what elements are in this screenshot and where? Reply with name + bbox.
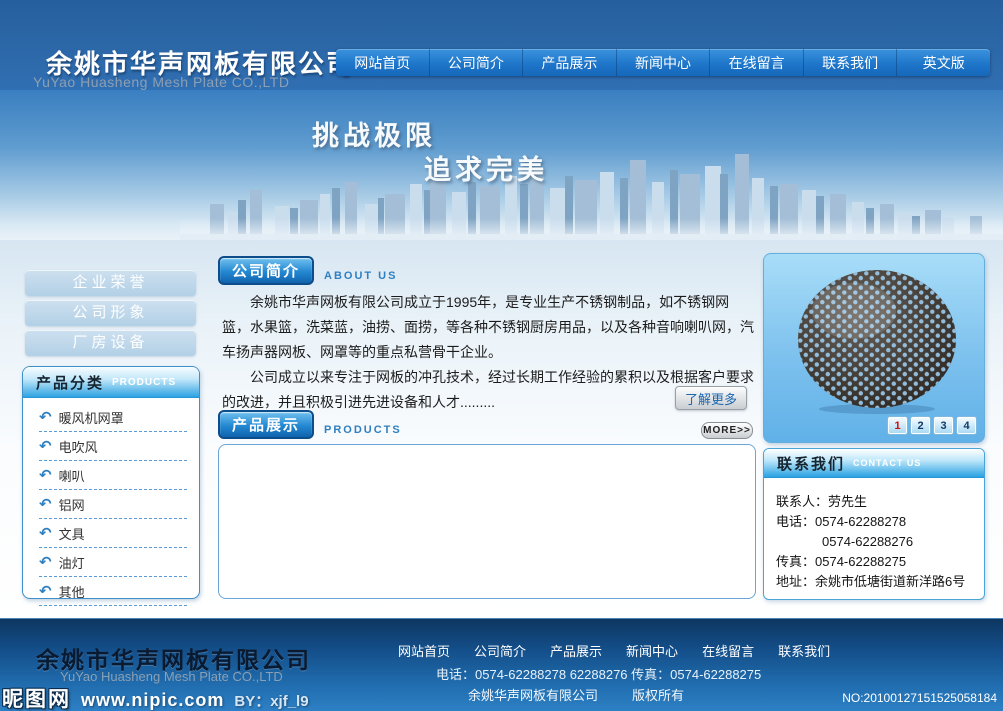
contact-phone-line: 电话：0574-62288278 xyxy=(776,512,976,532)
learn-more-button[interactable]: 了解更多 xyxy=(675,386,747,410)
curved-arrow-icon: ↶ xyxy=(39,468,52,483)
slogan-line-2: 追求完美 xyxy=(424,148,548,187)
tab-product-display[interactable]: 产品展示 xyxy=(218,410,314,439)
nav-item-news[interactable]: 新闻中心 xyxy=(616,49,710,76)
footer-link-contact[interactable]: 联系我们 xyxy=(778,641,830,660)
curved-arrow-icon: ↶ xyxy=(39,555,52,570)
nav-item-home[interactable]: 网站首页 xyxy=(336,49,429,76)
category-item-stationery[interactable]: ↶ 文具 xyxy=(39,519,187,548)
pagination-button-3[interactable]: 3 xyxy=(934,417,953,434)
nav-item-products[interactable]: 产品展示 xyxy=(522,49,616,76)
about-section-header: 公司简介 ABOUT US xyxy=(218,256,397,285)
product-showcase-panel: 1 2 3 4 xyxy=(763,253,985,443)
footer-link-news[interactable]: 新闻中心 xyxy=(626,641,678,660)
footer-link-products[interactable]: 产品展示 xyxy=(550,641,602,660)
categories-title: 产品分类 xyxy=(36,372,104,393)
footer: 余姚市华声网板有限公司 YuYao Huasheng Mesh Plate CO… xyxy=(0,618,1003,711)
contact-header: 联系我们 CONTACT US xyxy=(764,449,984,478)
nav-item-contact[interactable]: 联系我们 xyxy=(803,49,897,76)
category-item-hairdryer[interactable]: ↶ 电吹风 xyxy=(39,432,187,461)
main-nav: 网站首页 公司简介 产品展示 新闻中心 在线留言 联系我们 英文版 xyxy=(336,49,990,76)
contact-title: 联系我们 xyxy=(777,453,845,474)
contact-address-line: 地址：余姚市低塘街道新洋路6号 xyxy=(776,572,976,592)
contact-subtitle: CONTACT US xyxy=(853,458,921,468)
category-item-aluminum-mesh[interactable]: ↶ 铝网 xyxy=(39,490,187,519)
nav-item-guestbook[interactable]: 在线留言 xyxy=(709,49,803,76)
category-label: 喇叭 xyxy=(59,466,85,485)
footer-nav: 网站首页 公司简介 产品展示 新闻中心 在线留言 联系我们 xyxy=(398,641,830,660)
curved-arrow-icon: ↶ xyxy=(39,439,52,454)
category-label: 暖风机网罩 xyxy=(59,408,124,427)
footer-copyright-rights: 版权所有 xyxy=(632,685,684,704)
slogan-line-1: 挑战极限 xyxy=(312,114,436,153)
contact-panel: 联系我们 CONTACT US 联系人：劳先生 电话：0574-62288278… xyxy=(763,448,985,600)
footer-link-guestbook[interactable]: 在线留言 xyxy=(702,641,754,660)
footer-phone-line: 电话：0574-62288278 62288276 传真：0574-622882… xyxy=(436,664,761,683)
watermark-site-logo: 昵图网 xyxy=(2,683,71,711)
tab-company-intro[interactable]: 公司简介 xyxy=(218,256,314,285)
pagination-button-2[interactable]: 2 xyxy=(911,417,930,434)
product-mesh-dome-image xyxy=(792,266,962,416)
category-item-speaker[interactable]: ↶ 喇叭 xyxy=(39,461,187,490)
contact-person-line: 联系人：劳先生 xyxy=(776,492,976,512)
products-display-box xyxy=(218,444,756,599)
category-label: 铝网 xyxy=(59,495,85,514)
footer-link-about[interactable]: 公司简介 xyxy=(474,641,526,660)
nav-item-english[interactable]: 英文版 xyxy=(896,49,990,76)
city-skyline-image xyxy=(180,148,1003,240)
page: 余姚市华声网板有限公司 YuYao Huasheng Mesh Plate CO… xyxy=(0,0,1003,711)
product-categories-header: 产品分类 PRODUCTS xyxy=(23,367,199,398)
products-subtitle: PRODUCTS xyxy=(324,424,402,439)
pagination-button-1[interactable]: 1 xyxy=(888,417,907,434)
showcase-pagination: 1 2 3 4 xyxy=(888,417,976,434)
curved-arrow-icon: ↶ xyxy=(39,526,52,541)
footer-company-name-english: YuYao Huasheng Mesh Plate CO.,LTD xyxy=(60,669,283,684)
products-section-header: 产品展示 PRODUCTS xyxy=(218,410,402,439)
curved-arrow-icon: ↶ xyxy=(39,584,52,599)
footer-link-home[interactable]: 网站首页 xyxy=(398,641,450,660)
category-item-heater-mesh[interactable]: ↶ 暖风机网罩 xyxy=(39,403,187,432)
header: 余姚市华声网板有限公司 YuYao Huasheng Mesh Plate CO… xyxy=(0,0,1003,90)
nav-item-about[interactable]: 公司简介 xyxy=(429,49,523,76)
category-label: 文具 xyxy=(59,524,85,543)
category-item-other[interactable]: ↶ 其他 xyxy=(39,577,187,606)
category-item-oil-lamp[interactable]: ↶ 油灯 xyxy=(39,548,187,577)
contact-fax-line: 传真：0574-62288275 xyxy=(776,552,976,572)
company-logo-english: YuYao Huasheng Mesh Plate CO.,LTD xyxy=(33,74,289,90)
watermark-author: BY：xjf_l9 xyxy=(234,690,308,711)
category-label: 其他 xyxy=(59,582,85,601)
hero-banner: 挑战极限 追求完美 xyxy=(0,90,1003,240)
watermark-url: www.nipic.com xyxy=(81,690,224,711)
category-list: ↶ 暖风机网罩 ↶ 电吹风 ↶ 喇叭 ↶ 铝网 ↶ 文具 ↶ 油灯 ↶ 其他 xyxy=(23,398,199,606)
category-label: 电吹风 xyxy=(59,437,98,456)
contact-phone2-line: 0574-62288276 xyxy=(776,532,976,552)
sidebar-item-company-image[interactable]: 公司形象 xyxy=(25,300,196,326)
products-more-button[interactable]: MORE>> xyxy=(701,422,753,439)
footer-serial-number: NO:20100127151525058184 xyxy=(842,691,997,705)
category-label: 油灯 xyxy=(59,553,85,572)
contact-details: 联系人：劳先生 电话：0574-62288278 0574-62288276 传… xyxy=(764,478,984,592)
about-subtitle: ABOUT US xyxy=(324,270,397,285)
intro-paragraph-1: 余姚市华声网板有限公司成立于1995年，是专业生产不锈钢制品，如不锈钢网篮，水果… xyxy=(222,290,756,365)
curved-arrow-icon: ↶ xyxy=(39,410,52,425)
sidebar-item-honors[interactable]: 企业荣誉 xyxy=(25,270,196,296)
sidebar-item-facility[interactable]: 厂房设备 xyxy=(25,330,196,356)
footer-copyright-company: 余姚华声网板有限公司 xyxy=(468,685,598,704)
categories-subtitle: PRODUCTS xyxy=(112,377,176,388)
pagination-button-4[interactable]: 4 xyxy=(957,417,976,434)
product-categories-panel: 产品分类 PRODUCTS ↶ 暖风机网罩 ↶ 电吹风 ↶ 喇叭 ↶ 铝网 ↶ … xyxy=(22,366,200,599)
nipic-watermark: 昵图网 www.nipic.com BY：xjf_l9 xyxy=(2,683,309,711)
footer-copyright: 余姚华声网板有限公司 版权所有 xyxy=(468,685,684,704)
curved-arrow-icon: ↶ xyxy=(39,497,52,512)
